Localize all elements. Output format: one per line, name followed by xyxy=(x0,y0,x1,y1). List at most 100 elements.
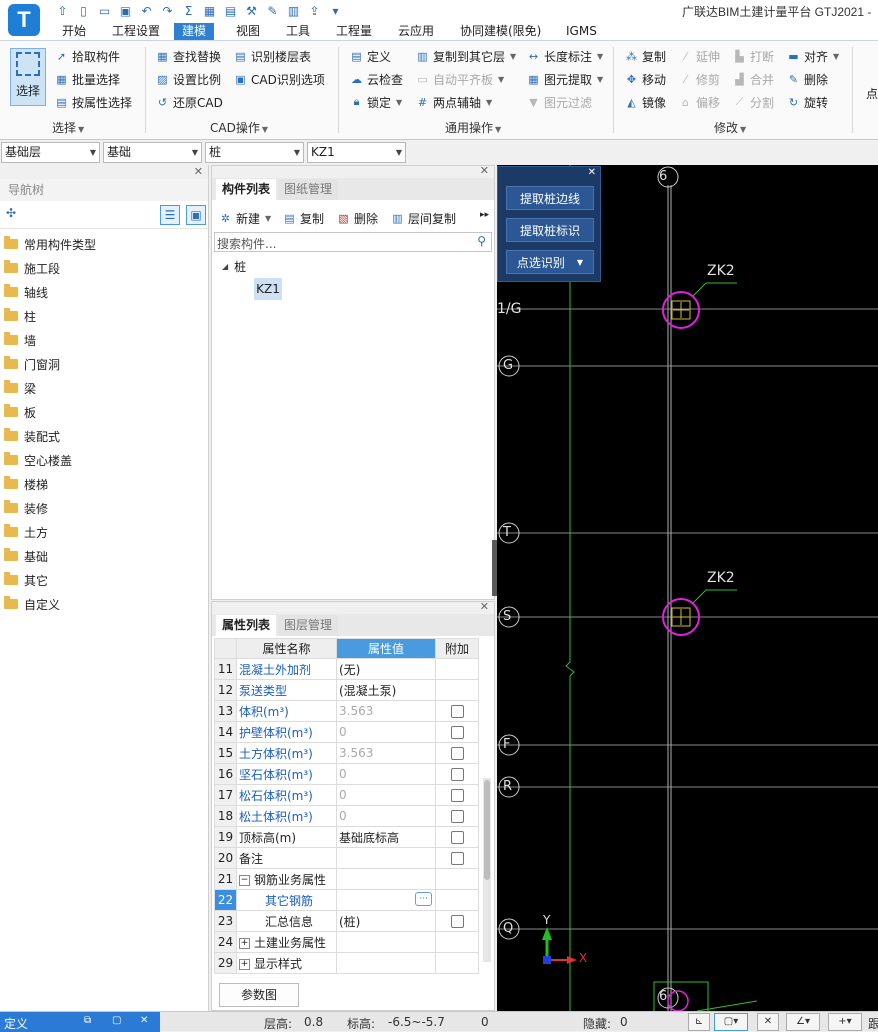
property-value[interactable]: (桩) xyxy=(336,910,436,932)
property-row[interactable]: 12 泵送类型 (混凝土泵) xyxy=(214,679,479,701)
ortho-icon[interactable]: ⊾ xyxy=(688,1013,710,1031)
tab-tools[interactable]: 工具 xyxy=(278,23,318,40)
property-value[interactable]: (无) xyxy=(336,658,436,680)
nav-item[interactable]: 墙 xyxy=(4,328,36,352)
tree-node-kz1[interactable]: KZ1 xyxy=(254,278,282,300)
nav-item[interactable]: 自定义 xyxy=(4,592,60,616)
nav-item[interactable]: 常用构件类型 xyxy=(4,232,96,256)
property-row[interactable]: 20 备注 xyxy=(214,847,479,869)
pencil-icon[interactable]: ✎ xyxy=(264,2,281,19)
nav-item[interactable]: 装配式 xyxy=(4,424,60,448)
delete-button[interactable]: ✎ 删除 xyxy=(786,69,828,89)
property-row[interactable]: 19 顶标高(m) 基础底标高 xyxy=(214,826,479,848)
close-icon[interactable]: ✕ xyxy=(194,165,203,178)
property-row[interactable]: 13 体积(m³) 3.563 xyxy=(214,700,479,722)
extra-checkbox[interactable] xyxy=(450,810,464,823)
extract-pile-edge-button[interactable]: 提取桩边线 xyxy=(506,186,594,210)
nav-item[interactable]: 装修 xyxy=(4,496,48,520)
nav-item[interactable]: 空心楼盖 xyxy=(4,448,72,472)
redo-icon[interactable]: ↷ xyxy=(159,2,176,19)
property-value[interactable]: 基础底标高 xyxy=(336,826,436,848)
pin-icon[interactable]: ✣ xyxy=(6,206,16,220)
length-dimension-button[interactable]: ↔ 长度标注 ▼ xyxy=(526,46,603,66)
export-icon[interactable]: ⇪ xyxy=(306,2,323,19)
nav-item[interactable]: 轴线 xyxy=(4,280,48,304)
property-row[interactable]: 18 松土体积(m³) 0 xyxy=(214,805,479,827)
save-icon[interactable]: ▣ xyxy=(117,2,134,19)
extra-checkbox[interactable] xyxy=(450,768,464,781)
ribbon-overflow-button[interactable]: 点 xyxy=(866,83,878,103)
move-button[interactable]: ✥ 移动 xyxy=(624,69,666,89)
offset-button[interactable]: ⌂ 偏移 xyxy=(678,92,720,112)
extra-checkbox[interactable] xyxy=(450,831,464,844)
property-value[interactable]: 0 xyxy=(336,784,436,806)
scrollbar-thumb[interactable] xyxy=(484,780,490,880)
property-row[interactable]: 15 土方体积(m³) 3.563 xyxy=(214,742,479,764)
find-replace-button[interactable]: ▦ 查找替换 xyxy=(155,46,221,66)
property-row[interactable]: 11 混凝土外加剂 (无) xyxy=(214,658,479,680)
tab-quantity[interactable]: 工程量 xyxy=(328,23,380,40)
tab-modeling[interactable]: 建模 xyxy=(174,23,215,40)
snap-mode-icon[interactable]: ▢▾ xyxy=(714,1013,748,1031)
property-value[interactable]: 3.563 xyxy=(336,742,436,764)
extend-button[interactable]: ⁄ 延伸 xyxy=(678,46,720,66)
cad-options-button[interactable]: ▣ CAD识别选项 xyxy=(233,69,325,89)
property-value[interactable]: 0 xyxy=(336,763,436,785)
delete-component-button[interactable]: ▧ 删除 xyxy=(336,208,378,228)
pick-component-button[interactable]: ➚ 拾取构件 xyxy=(54,46,120,66)
set-scale-button[interactable]: ▨ 设置比例 xyxy=(155,69,221,89)
tab-start[interactable]: 开始 xyxy=(54,23,94,40)
general-group-label[interactable]: 通用操作 ▼ xyxy=(445,119,501,136)
nav-item[interactable]: 楼梯 xyxy=(4,472,48,496)
extra-checkbox[interactable] xyxy=(450,705,464,718)
property-value[interactable]: 0 xyxy=(336,805,436,827)
floor-copy-button[interactable]: ▥ 层间复制 xyxy=(390,208,456,228)
auto-align-slab-button[interactable]: ▭ 自动平齐板 ▼ xyxy=(415,69,504,89)
point-identify-button[interactable]: 点选识别 ▼ xyxy=(506,250,594,274)
sum-icon[interactable]: Σ xyxy=(180,2,197,19)
new-file-icon[interactable]: ▯ xyxy=(75,2,92,19)
tab-igms[interactable]: IGMS xyxy=(558,23,605,40)
panel-collapse-handle[interactable] xyxy=(492,540,497,596)
extra-checkbox[interactable] xyxy=(450,726,464,739)
property-value[interactable] xyxy=(336,868,436,890)
restore-cad-button[interactable]: ↺ 还原CAD xyxy=(155,92,223,112)
nav-item[interactable]: 基础 xyxy=(4,544,48,568)
property-value[interactable]: 0 xyxy=(336,721,436,743)
two-point-axis-button[interactable]: # 两点辅轴 ▼ xyxy=(415,92,492,112)
define-button[interactable]: ▤ 定义 xyxy=(349,46,391,66)
select-button[interactable]: 选择 xyxy=(10,48,46,106)
nav-item[interactable]: 施工段 xyxy=(4,256,60,280)
property-value[interactable] xyxy=(336,931,436,953)
chevron-down-icon[interactable]: ▼ xyxy=(577,258,583,267)
collapse-icon[interactable]: − xyxy=(239,874,250,886)
mirror-button[interactable]: ◭ 镜像 xyxy=(624,92,666,112)
merge-button[interactable]: ▟ 合并 xyxy=(732,69,774,89)
category-select[interactable]: 基础 ▼ xyxy=(103,142,202,163)
tab-property-list[interactable]: 属性列表 xyxy=(216,615,277,636)
cloud-check-button[interactable]: ☁ 云检查 xyxy=(349,69,403,89)
property-row[interactable]: 17 松石体积(m³) 0 xyxy=(214,784,479,806)
upload-icon[interactable]: ⇧ xyxy=(54,2,71,19)
component-search-field[interactable]: 搜索构件... ⚲ xyxy=(214,232,492,252)
undo-icon[interactable]: ↶ xyxy=(138,2,155,19)
lock-button[interactable]: 🔒︎ 锁定 ▼ xyxy=(349,92,403,112)
definition-pane-tab[interactable]: 定义 ⧉ ▢ ✕ xyxy=(0,1012,160,1032)
tool-icon[interactable]: ⚒ xyxy=(243,2,260,19)
extra-checkbox[interactable] xyxy=(450,747,464,760)
property-scrollbar[interactable] xyxy=(483,778,491,962)
break-button[interactable]: ▙ 打断 xyxy=(732,46,774,66)
restore-icon[interactable]: ⧉ xyxy=(84,1015,91,1026)
tab-collab[interactable]: 协同建模(限免) xyxy=(452,23,549,40)
property-row[interactable]: 21− 钢筋业务属性 xyxy=(214,868,479,890)
nav-item[interactable]: 土方 xyxy=(4,520,48,544)
copy-component-button[interactable]: ▤ 复制 xyxy=(282,208,324,228)
element-filter-button[interactable]: ▼ 图元过滤 xyxy=(526,92,592,112)
modify-group-label[interactable]: 修改 ▼ xyxy=(714,119,746,136)
search-icon[interactable]: ⚲ xyxy=(477,234,486,248)
parameter-diagram-button[interactable]: 参数图 xyxy=(219,983,299,1007)
tab-view[interactable]: 视图 xyxy=(228,23,268,40)
trim-button[interactable]: ⁄ 修剪 xyxy=(678,69,720,89)
property-value[interactable] xyxy=(336,847,436,869)
qat-dropdown-icon[interactable]: ▾ xyxy=(327,2,344,19)
